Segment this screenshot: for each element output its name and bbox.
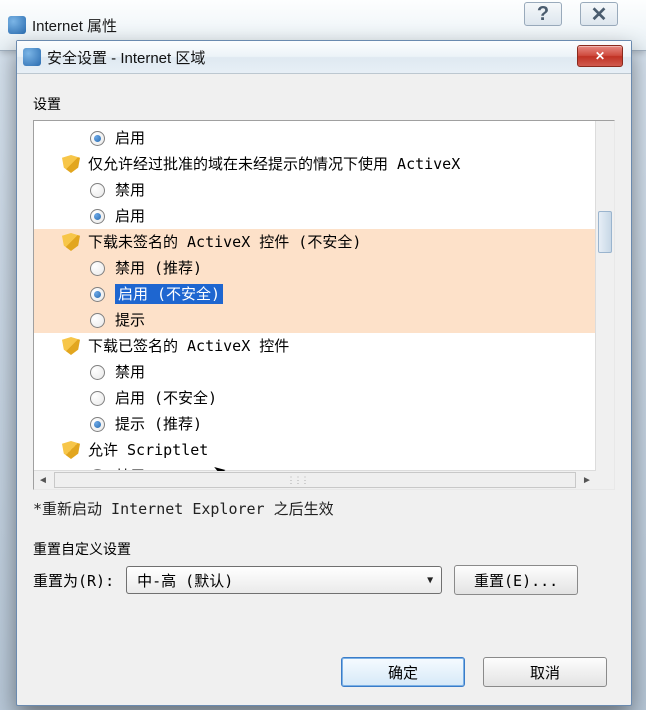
cancel-button[interactable]: 取消	[483, 657, 607, 687]
security-zone-icon	[23, 48, 41, 66]
option-label: 禁用 (推荐)	[115, 258, 202, 278]
reset-button[interactable]: 重置(E)...	[454, 565, 578, 595]
option-label: 禁用	[115, 362, 145, 382]
horizontal-scrollbar[interactable]: ◄ ⋮⋮⋮ ►	[34, 470, 596, 489]
dialog-title: 安全设置 - Internet 区域	[47, 47, 205, 68]
button-label: 确定	[388, 662, 418, 683]
group-header-label: 下载未签名的 ActiveX 控件 (不安全)	[88, 232, 361, 252]
option-groupA-enable[interactable]: 启用	[34, 203, 596, 229]
option-enable-top[interactable]: 启用	[34, 125, 596, 151]
radio-icon	[90, 131, 105, 146]
option-label: 禁用	[115, 180, 145, 200]
group-header-label: 下载已签名的 ActiveX 控件	[88, 336, 289, 356]
settings-label: 设置	[33, 94, 615, 114]
option-label: 启用 (不安全)	[115, 284, 223, 304]
radio-icon	[90, 313, 105, 328]
reset-level-combobox[interactable]: 中-高 (默认) ▼	[126, 566, 442, 594]
shield-icon	[62, 337, 80, 355]
scrollbar-gripper-icon: ⋮⋮⋮	[289, 475, 305, 485]
reset-custom-header: 重置自定义设置	[33, 539, 615, 559]
internet-options-icon	[8, 16, 26, 34]
group-approved-domains-activex: 仅允许经过批准的域在未经提示的情况下使用 ActiveX	[34, 151, 596, 177]
group-header-label: 仅允许经过批准的域在未经提示的情况下使用 ActiveX	[88, 154, 460, 174]
radio-icon	[90, 287, 105, 302]
radio-icon	[90, 183, 105, 198]
radio-icon	[90, 391, 105, 406]
radio-icon	[90, 365, 105, 380]
scroll-corner	[596, 471, 614, 489]
reset-to-label: 重置为(R):	[33, 570, 114, 591]
vertical-scrollbar[interactable]	[595, 121, 614, 471]
group-header-label: 允许 Scriptlet	[88, 440, 208, 460]
option-groupC-disable[interactable]: 禁用	[34, 359, 596, 385]
scrollbar-track[interactable]: ⋮⋮⋮	[54, 472, 576, 488]
security-settings-dialog: 安全设置 - Internet 区域 ✕ 设置 启用 仅允许经过批准的域在未经提…	[16, 40, 632, 706]
option-label: 提示	[115, 310, 145, 330]
help-button[interactable]: ?	[524, 2, 562, 26]
group-allow-scriptlet: 允许 Scriptlet	[34, 437, 596, 463]
button-label: 取消	[530, 662, 560, 683]
close-dialog-button[interactable]: ✕	[577, 45, 623, 67]
parent-window-title: Internet 属性	[32, 15, 117, 36]
close-parent-button[interactable]: ✕	[580, 2, 618, 26]
group-download-unsigned-activex: 下载未签名的 ActiveX 控件 (不安全)	[34, 229, 596, 255]
option-groupA-disable[interactable]: 禁用	[34, 177, 596, 203]
highlighted-unsafe-group: 下载未签名的 ActiveX 控件 (不安全) 禁用 (推荐) 启用 (不安全)…	[34, 229, 596, 333]
chevron-down-icon: ▼	[427, 575, 433, 586]
radio-icon	[90, 417, 105, 432]
dialog-titlebar: 安全设置 - Internet 区域 ✕	[17, 41, 631, 74]
combobox-selected-value: 中-高 (默认)	[137, 570, 233, 591]
option-groupB-disable[interactable]: 禁用 (推荐)	[34, 255, 596, 281]
button-label: 重置(E)...	[474, 570, 558, 591]
option-label: 启用 (不安全)	[115, 388, 217, 408]
option-groupC-enable-unsafe[interactable]: 启用 (不安全)	[34, 385, 596, 411]
radio-icon	[90, 261, 105, 276]
option-groupB-enable-unsafe[interactable]: 启用 (不安全) ➤	[34, 281, 596, 307]
option-groupB-prompt[interactable]: 提示	[34, 307, 596, 333]
settings-listbox[interactable]: 启用 仅允许经过批准的域在未经提示的情况下使用 ActiveX 禁用 启用	[33, 120, 615, 490]
scrollbar-thumb[interactable]	[598, 211, 612, 253]
shield-icon	[62, 441, 80, 459]
shield-icon	[62, 155, 80, 173]
group-download-signed-activex: 下载已签名的 ActiveX 控件	[34, 333, 596, 359]
option-label: 提示 (推荐)	[115, 414, 202, 434]
option-label: 启用	[115, 128, 145, 148]
ok-button[interactable]: 确定	[341, 657, 465, 687]
option-label: 启用	[115, 206, 145, 226]
scroll-right-icon[interactable]: ►	[578, 472, 596, 488]
shield-icon	[62, 233, 80, 251]
option-groupC-prompt[interactable]: 提示 (推荐)	[34, 411, 596, 437]
radio-icon	[90, 209, 105, 224]
scroll-left-icon[interactable]: ◄	[34, 472, 52, 488]
restart-note: *重新启动 Internet Explorer 之后生效	[33, 498, 615, 519]
